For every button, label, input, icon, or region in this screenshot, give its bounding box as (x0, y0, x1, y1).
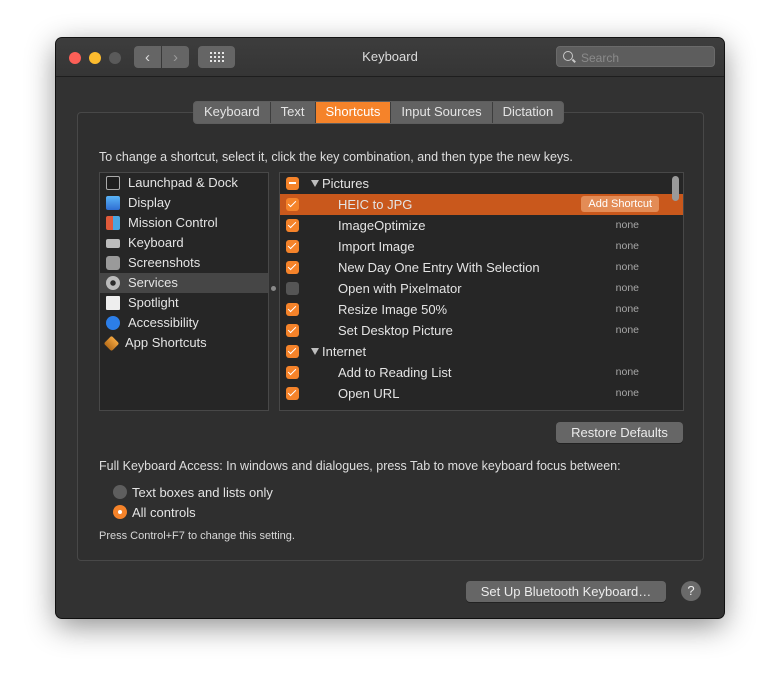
shortcut-checkbox[interactable] (286, 387, 299, 400)
shortcut-row[interactable]: ImageOptimize none (280, 215, 683, 236)
setup-bluetooth-keyboard-button[interactable]: Set Up Bluetooth Keyboard… (466, 581, 666, 602)
shortcut-label: Resize Image 50% (338, 302, 448, 317)
shortcut-row[interactable]: New Day One Entry With Selection none (280, 257, 683, 278)
sidebar-item-label: Mission Control (128, 215, 218, 230)
sidebar-item-label: Services (128, 275, 178, 290)
shortcut-label: Open with Pixelmator (338, 281, 462, 296)
sidebar-item-label: Keyboard (128, 235, 184, 250)
shortcut-checkbox[interactable] (286, 282, 299, 295)
shortcut-category-list[interactable]: Launchpad & Dock Display Mission Control Ke… (99, 172, 269, 411)
title-bar: ‹ › Keyboard (56, 38, 724, 77)
search-input[interactable] (579, 48, 713, 67)
shortcut-checkbox[interactable] (286, 261, 299, 274)
group-checkbox[interactable] (286, 177, 299, 190)
shortcut-group-row[interactable]: Internet (280, 341, 683, 362)
shortcut-row[interactable]: Set Desktop Picture none (280, 320, 683, 341)
shortcut-row[interactable]: Resize Image 50% none (280, 299, 683, 320)
help-button[interactable]: ? (681, 581, 701, 601)
tab-keyboard[interactable]: Keyboard (194, 102, 271, 123)
sidebar-item-label: App Shortcuts (125, 335, 207, 350)
shortcut-label: ImageOptimize (338, 218, 426, 233)
shortcut-row[interactable]: Add to Reading List none (280, 362, 683, 383)
shortcut-label: Import Image (338, 239, 415, 254)
shortcut-key-value[interactable]: none (616, 362, 639, 383)
shortcut-key-value[interactable]: none (616, 236, 639, 257)
full-keyboard-access-label: Full Keyboard Access: In windows and dia… (99, 459, 621, 473)
shortcut-row[interactable]: Open URL none (280, 383, 683, 404)
radio-label: Text boxes and lists only (132, 484, 273, 500)
shortcut-label: New Day One Entry With Selection (338, 260, 540, 275)
sidebar-item-spotlight[interactable]: Spotlight (100, 293, 268, 313)
tab-input-sources[interactable]: Input Sources (391, 102, 493, 123)
keyboard-icon (106, 238, 120, 248)
shortcut-checkbox[interactable] (286, 198, 299, 211)
shortcut-label: Open URL (338, 386, 400, 401)
radio-all-controls[interactable]: All controls (113, 503, 196, 521)
launchpad-icon (106, 176, 120, 190)
search-field[interactable] (556, 46, 715, 67)
split-view-handle[interactable] (271, 286, 276, 291)
sidebar-item-mission-control[interactable]: Mission Control (100, 213, 268, 233)
radio-button[interactable] (113, 505, 127, 519)
preferences-window: ‹ › Keyboard KeyboardTextShortcutsInput … (56, 38, 724, 618)
group-checkbox[interactable] (286, 345, 299, 358)
sidebar-item-display[interactable]: Display (100, 193, 268, 213)
disclosure-triangle-icon[interactable] (311, 348, 319, 355)
sidebar-item-label: Display (128, 195, 171, 210)
shortcut-key-value[interactable]: none (616, 383, 639, 404)
restore-defaults-button[interactable]: Restore Defaults (556, 422, 683, 443)
radio-text-boxes-only[interactable]: Text boxes and lists only (113, 483, 273, 501)
shortcut-row[interactable]: HEIC to JPG Add Shortcut (280, 194, 683, 215)
shortcut-checkbox[interactable] (286, 324, 299, 337)
sidebar-item-launchpad-dock[interactable]: Launchpad & Dock (100, 173, 268, 193)
shortcut-row[interactable]: Import Image none (280, 236, 683, 257)
shortcut-group-row[interactable]: Pictures (280, 173, 683, 194)
shortcut-key-value[interactable]: none (616, 257, 639, 278)
radio-button[interactable] (113, 485, 127, 499)
sidebar-item-label: Launchpad & Dock (128, 175, 238, 190)
sidebar-item-keyboard[interactable]: Keyboard (100, 233, 268, 253)
display-icon (106, 196, 120, 210)
sidebar-item-accessibility[interactable]: Accessibility (100, 313, 268, 333)
shortcut-checkbox[interactable] (286, 219, 299, 232)
shortcut-key-value[interactable]: none (616, 278, 639, 299)
shortcut-label: Set Desktop Picture (338, 323, 453, 338)
add-shortcut-button[interactable]: Add Shortcut (581, 196, 659, 212)
sidebar-item-services[interactable]: Services (100, 273, 268, 293)
sidebar-item-label: Screenshots (128, 255, 201, 270)
sidebar-item-label: Spotlight (128, 295, 179, 310)
shortcut-checkbox[interactable] (286, 240, 299, 253)
group-label: Pictures (322, 176, 369, 191)
shortcut-key-value[interactable]: none (616, 299, 639, 320)
gear-icon (106, 276, 120, 290)
tab-text[interactable]: Text (270, 102, 316, 123)
instructions-text: To change a shortcut, select it, click t… (99, 150, 573, 164)
tab-shortcuts[interactable]: Shortcuts (315, 102, 392, 123)
shortcut-key-value[interactable]: none (616, 320, 639, 341)
sidebar-item-app-shortcuts[interactable]: App Shortcuts (100, 333, 268, 353)
shortcut-list[interactable]: Pictures HEIC to JPG Add Shortcut ImageOpti… (279, 172, 684, 411)
screenshots-icon (106, 256, 120, 270)
spotlight-icon (106, 296, 120, 310)
shortcut-key-value[interactable]: none (616, 215, 639, 236)
app-shortcuts-icon (103, 335, 120, 351)
radio-label: All controls (132, 504, 196, 520)
group-label: Internet (322, 344, 367, 359)
keyboard-access-hint: Press Control+F7 to change this setting. (99, 530, 295, 542)
shortcut-checkbox[interactable] (286, 366, 299, 379)
shortcut-label: HEIC to JPG (338, 197, 413, 212)
sidebar-item-label: Accessibility (128, 315, 199, 330)
tab-bar: Keyboard Text Shortcuts Input Sources Dictat… (193, 101, 565, 124)
scrollbar-thumb[interactable] (672, 176, 679, 201)
mission-control-icon (106, 216, 120, 230)
accessibility-icon (106, 316, 120, 330)
tab-dictation[interactable]: Dictation (492, 102, 564, 123)
disclosure-triangle-icon[interactable] (311, 180, 319, 187)
shortcut-checkbox[interactable] (286, 303, 299, 316)
sidebar-item-screenshots[interactable]: Screenshots (100, 253, 268, 273)
search-icon (563, 51, 573, 61)
shortcut-row[interactable]: Open with Pixelmator none (280, 278, 683, 299)
shortcut-label: Add to Reading List (338, 365, 452, 380)
